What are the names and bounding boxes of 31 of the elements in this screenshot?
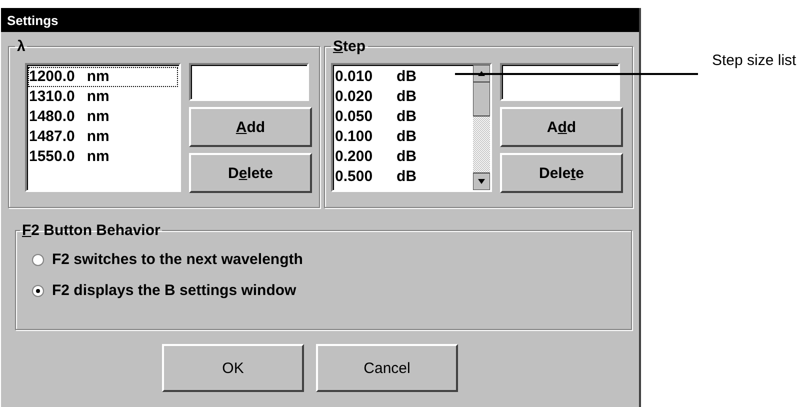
list-box[interactable]: 0.010 dB 0.020 dB 0.050 dB 0.100 dB 0.200 dB 0.500 dB xyxy=(331,63,492,192)
list-item[interactable]: 0.050 dB xyxy=(334,107,472,127)
window-title: Settings xyxy=(7,12,58,28)
radio-button[interactable] xyxy=(32,254,44,266)
list-item[interactable]: 1480.0 nm xyxy=(28,107,178,127)
callout-label: Step size list xyxy=(712,52,796,69)
list-item[interactable]: 1200.0 nm xyxy=(28,67,178,87)
list-item[interactable]: 1487.0 nm xyxy=(28,127,178,147)
group-label: F2 Button Behavior xyxy=(21,222,162,239)
list-item[interactable]: 1310.0 nm xyxy=(28,87,178,107)
radio-button[interactable] xyxy=(32,284,44,296)
group-label: Step xyxy=(332,38,367,55)
list-item[interactable]: 0.020 dB xyxy=(334,87,472,107)
list-item[interactable]: 0.100 dB xyxy=(334,127,472,147)
radio-option[interactable]: F2 switches to the next wavelength xyxy=(32,251,615,268)
add-button[interactable]: Add xyxy=(189,107,312,147)
list-box[interactable]: 1200.0 nm 1310.0 nm 1480.0 nm 1487.0 nm 1550.0 nm xyxy=(25,63,181,192)
delete-button[interactable]: Delete xyxy=(189,153,312,193)
list-item[interactable]: 0.500 dB xyxy=(334,167,472,187)
delete-button[interactable]: Delete xyxy=(500,153,623,193)
ok-button[interactable]: OK xyxy=(162,344,304,392)
scrollbar[interactable] xyxy=(473,65,490,190)
radio-option[interactable]: F2 displays the B settings window xyxy=(32,282,615,299)
group-label: λ xyxy=(16,38,26,55)
add-button[interactable]: Add xyxy=(500,107,623,147)
cancel-button[interactable]: Cancel xyxy=(316,344,458,392)
list-item[interactable]: 1550.0 nm xyxy=(28,147,178,167)
input-field[interactable] xyxy=(500,63,620,101)
input-field[interactable] xyxy=(189,63,309,101)
list-item[interactable]: 0.200 dB xyxy=(334,147,472,167)
list-item[interactable]: 0.010 dB xyxy=(334,67,472,87)
